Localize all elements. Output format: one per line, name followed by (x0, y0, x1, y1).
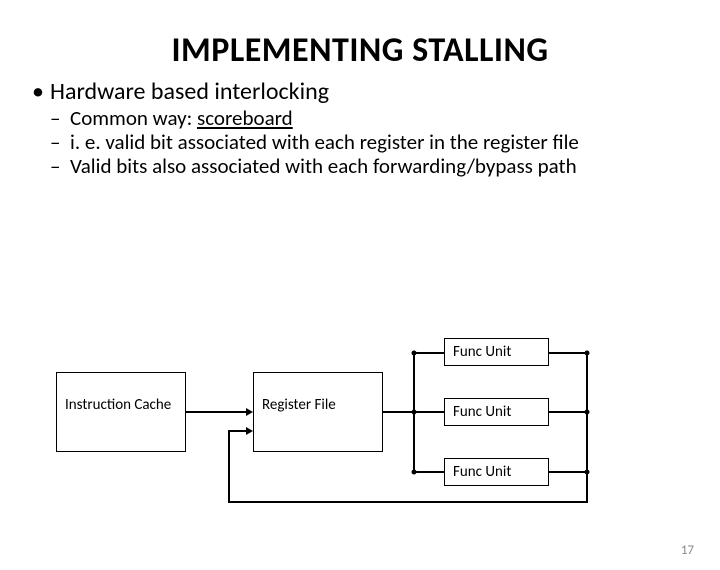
wire-fu2-out (549, 411, 587, 413)
wire-fu1-out (549, 352, 587, 354)
pipeline-diagram: Instruction Cache Register File Func Uni… (0, 350, 720, 530)
wire-feedback-up (228, 430, 230, 502)
bullet-common-way-emph: scoreboard (197, 105, 293, 131)
bullet-valid-bit: i. e. valid bit associated with each reg… (28, 131, 692, 154)
dot-join-top (585, 351, 590, 356)
wire-ic-rf (186, 411, 247, 413)
bullet-valid-bits-bypass: Valid bits also associated with each for… (28, 155, 692, 178)
instruction-cache-box: Instruction Cache (56, 372, 186, 452)
bullet-hardware-interlocking: Hardware based interlocking (28, 79, 692, 105)
wire-feedback-left (228, 501, 588, 503)
func-unit-box-1: Func Unit (444, 338, 549, 366)
register-file-box: Register File (253, 372, 383, 452)
dot-join-mid (585, 410, 590, 415)
bullet-list: Hardware based interlocking Common way: … (0, 79, 720, 177)
wire-to-fu3 (413, 471, 444, 473)
wire-rf-out (383, 411, 414, 413)
dot-join-bot (585, 470, 590, 475)
dot-fanout-bot (412, 470, 417, 475)
wire-fu3-out (549, 471, 587, 473)
wire-feedback-into-rf (228, 430, 247, 432)
wire-feedback-down (586, 472, 588, 502)
arrow-feedback-rf (246, 427, 253, 435)
arrow-ic-rf (246, 408, 253, 416)
wire-to-fu2 (413, 411, 444, 413)
func-unit-box-2: Func Unit (444, 398, 549, 426)
dot-fanout-top (412, 351, 417, 356)
wire-to-fu1 (413, 352, 444, 354)
dot-fanout-mid (412, 410, 417, 415)
bullet-common-way-prefix: Common way: (70, 105, 197, 131)
bullet-common-way: Common way: scoreboard (28, 107, 692, 130)
func-unit-box-3: Func Unit (444, 458, 549, 486)
page-number: 17 (681, 543, 694, 558)
page-title: IMPLEMENTING STALLING (0, 30, 720, 71)
